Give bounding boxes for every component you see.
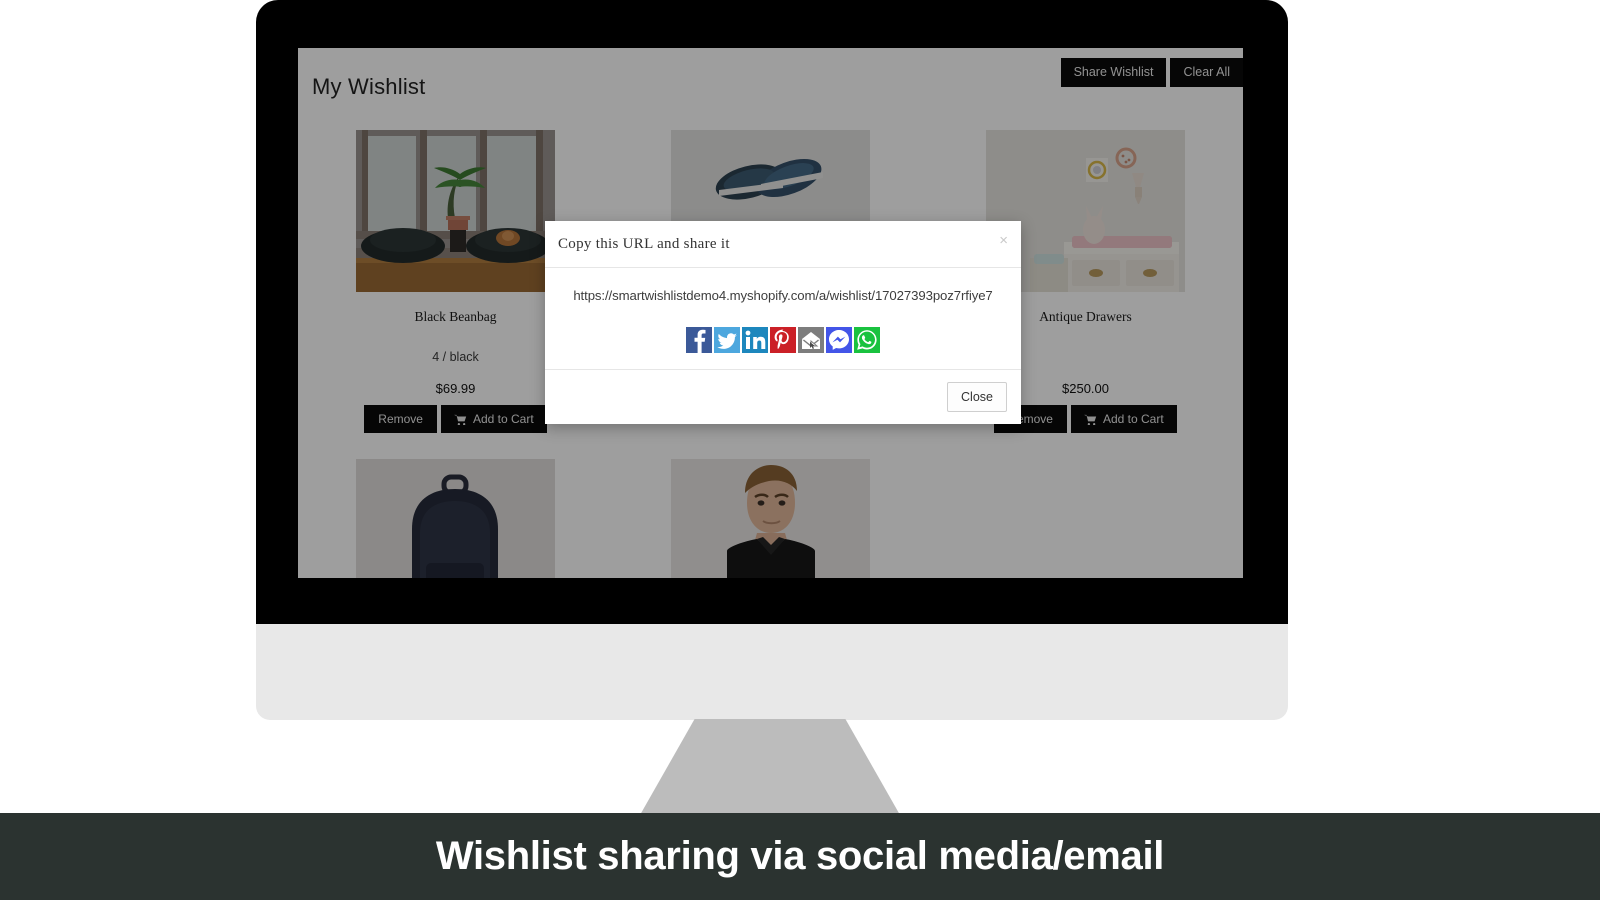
modal-footer: Close (545, 370, 1021, 424)
twitter-icon[interactable] (714, 327, 740, 353)
pinterest-icon[interactable] (770, 327, 796, 353)
modal-header: Copy this URL and share it × (545, 221, 1021, 268)
messenger-icon[interactable] (826, 327, 852, 353)
monitor-base (256, 624, 1288, 720)
social-share-row (553, 327, 1013, 353)
whatsapp-icon[interactable] (854, 327, 880, 353)
caption-text: Wishlist sharing via social media/email (435, 834, 1165, 878)
share-url-text[interactable]: https://smartwishlistdemo4.myshopify.com… (553, 288, 1013, 303)
email-icon[interactable] (798, 327, 824, 353)
caption-bar: Wishlist sharing via social media/email (0, 813, 1600, 900)
monitor-stand (640, 719, 900, 815)
close-button[interactable]: Close (947, 382, 1007, 412)
modal-body: https://smartwishlistdemo4.myshopify.com… (545, 268, 1021, 370)
facebook-icon[interactable] (686, 327, 712, 353)
share-url-modal: Copy this URL and share it × https://sma… (545, 221, 1021, 424)
browser-screen: My Wishlist Share Wishlist Clear All Bla… (298, 48, 1243, 578)
modal-title: Copy this URL and share it (558, 235, 730, 252)
close-icon[interactable]: × (999, 233, 1008, 248)
linkedin-icon[interactable] (742, 327, 768, 353)
